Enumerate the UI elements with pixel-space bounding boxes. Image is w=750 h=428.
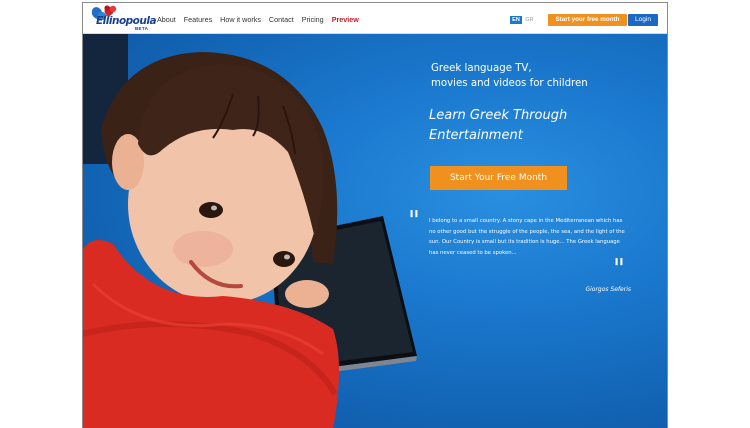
nav-preview[interactable]: Preview	[332, 14, 359, 26]
start-free-month-button[interactable]: Start your free month	[548, 14, 627, 26]
nav-features[interactable]: Features	[184, 14, 212, 26]
site-logo[interactable]: Ellinopoula BETA	[86, 4, 157, 33]
login-button[interactable]: Login	[628, 14, 658, 26]
nav-pricing[interactable]: Pricing	[302, 14, 324, 26]
hero-tagline: Learn Greek Through Entertainment	[429, 106, 649, 146]
language-en-toggle[interactable]: EN	[510, 16, 522, 24]
hero-tagline-line-1: Learn Greek Through	[429, 108, 568, 123]
quote-author: Giorgos Seferis	[585, 286, 631, 293]
hero-headline-line-1: Greek language TV,	[431, 63, 532, 74]
quote-open-icon: "	[408, 206, 420, 236]
hero-start-free-month-button[interactable]: Start Your Free Month	[430, 166, 567, 190]
hero-headline-line-2: movies and videos for children	[431, 78, 588, 89]
hero-tagline-line-2: Entertainment	[429, 128, 523, 143]
site-header: Ellinopoula BETA About Features How it w…	[83, 3, 667, 34]
language-gr-toggle[interactable]: GR	[525, 16, 534, 24]
main-nav: About Features How it works Contact Pric…	[157, 14, 359, 26]
nav-contact[interactable]: Contact	[269, 14, 294, 26]
nav-about[interactable]: About	[157, 14, 176, 26]
hero-section: Greek language TV, movies and videos for…	[83, 34, 667, 428]
beta-badge: BETA	[135, 26, 149, 31]
browser-frame: Ellinopoula BETA About Features How it w…	[82, 2, 668, 428]
quote-close-icon: "	[613, 254, 625, 284]
hero-headline: Greek language TV, movies and videos for…	[431, 61, 631, 91]
nav-how-it-works[interactable]: How it works	[220, 14, 261, 26]
seferis-quote: I belong to a small country. A stony cap…	[429, 218, 625, 256]
